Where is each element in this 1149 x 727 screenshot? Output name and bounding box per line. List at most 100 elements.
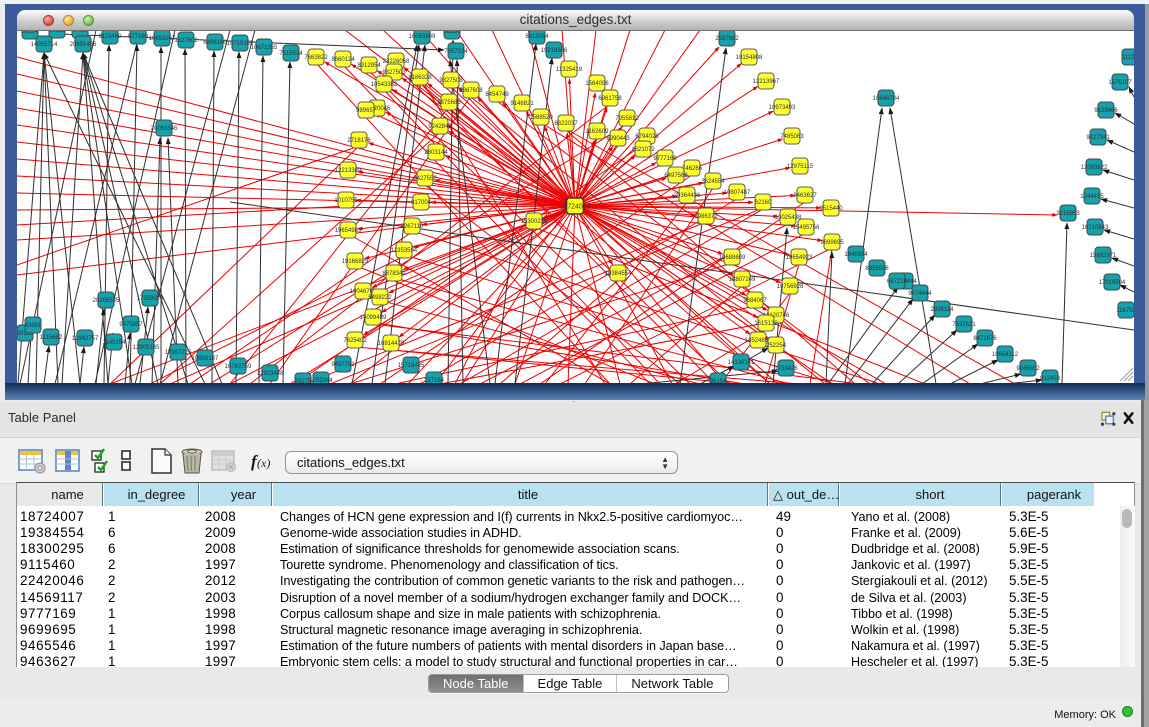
svg-text:746266: 746266 [682, 166, 703, 172]
svg-text:9242845: 9242845 [428, 124, 452, 130]
svg-text:1733426: 1733426 [774, 366, 798, 372]
svg-text:6990443: 6990443 [606, 136, 630, 142]
svg-text:10958187: 10958187 [192, 356, 219, 362]
svg-text:8813054: 8813054 [525, 34, 549, 40]
svg-text:95154: 95154 [710, 379, 727, 383]
svg-text:15692971: 15692971 [1090, 253, 1117, 259]
svg-text:9463627: 9463627 [793, 193, 817, 199]
svg-text:9115460: 9115460 [99, 34, 123, 40]
svg-text:1244415: 1244415 [1080, 194, 1104, 200]
svg-text:1527602: 1527602 [174, 38, 198, 44]
svg-text:1162609: 1162609 [586, 129, 610, 135]
svg-text:12905185: 12905185 [133, 345, 160, 351]
svg-text:9463: 9463 [73, 31, 87, 34]
svg-text:19756928: 19756928 [777, 284, 804, 290]
svg-text:10973493: 10973493 [769, 105, 796, 111]
svg-text:8958926: 8958926 [865, 266, 889, 272]
svg-text:8471676: 8471676 [973, 336, 997, 342]
svg-text:2718176: 2718176 [347, 138, 371, 144]
svg-text:6497568: 6497568 [664, 173, 688, 179]
svg-text:12975115: 12975115 [787, 164, 814, 170]
svg-text:1145194: 1145194 [103, 340, 127, 346]
svg-text:8912954: 8912954 [357, 63, 381, 69]
svg-text:20364436: 20364436 [674, 193, 701, 199]
svg-text:8822037: 8822037 [554, 121, 578, 127]
svg-text:19654983: 19654983 [335, 228, 362, 234]
svg-text:39104: 39104 [22, 31, 39, 35]
svg-text:(x): (x) [257, 456, 270, 470]
svg-text:16914479: 16914479 [378, 341, 405, 347]
svg-text:687216: 687216 [887, 279, 908, 285]
svg-text:62160: 62160 [755, 200, 772, 206]
svg-text:9684067: 9684067 [743, 298, 767, 304]
svg-text:15495756: 15495756 [793, 225, 820, 231]
svg-text:2803144: 2803144 [424, 150, 448, 156]
svg-text:1615132: 1615132 [754, 321, 778, 327]
svg-text:8427552: 8427552 [413, 176, 437, 182]
svg-text:977169: 977169 [128, 34, 149, 40]
svg-text:9457791: 9457791 [331, 362, 355, 368]
svg-text:43901: 43901 [25, 323, 42, 329]
svg-text:6794028: 6794028 [635, 134, 659, 140]
svg-text:20131: 20131 [49, 31, 66, 34]
svg-text:14055714: 14055714 [31, 42, 58, 48]
svg-text:16210643: 16210643 [1082, 225, 1109, 231]
svg-text:9777169: 9777169 [653, 156, 677, 162]
svg-text:12213967: 12213967 [753, 79, 780, 85]
svg-text:9327503: 9327503 [382, 70, 406, 76]
svg-text:6466160: 6466160 [203, 40, 227, 46]
svg-text:7357224: 7357224 [444, 49, 468, 55]
svg-text:9975857: 9975857 [119, 322, 143, 328]
svg-text:10543382: 10543382 [371, 82, 398, 88]
svg-text:989657: 989657 [356, 108, 377, 114]
svg-text:1621072: 1621072 [631, 147, 655, 153]
svg-text:20053346: 20053346 [151, 126, 178, 132]
svg-text:8660124: 8660124 [331, 57, 355, 63]
svg-text:11353594: 11353594 [391, 248, 418, 254]
svg-text:17957225: 17957225 [165, 350, 192, 356]
svg-text:7955812: 7955812 [615, 116, 639, 122]
svg-text:3215953: 3215953 [1056, 211, 1080, 217]
svg-text:7485063: 7485063 [780, 134, 804, 140]
svg-text:1575107: 1575107 [1108, 80, 1132, 86]
svg-text:19166829: 19166829 [342, 259, 369, 265]
svg-text:20206535: 20206535 [93, 298, 120, 304]
svg-text:8454749: 8454749 [485, 92, 509, 98]
svg-text:1564096: 1564096 [585, 81, 609, 87]
svg-text:5498222: 5498222 [368, 295, 392, 301]
svg-text:9227341: 9227341 [1086, 135, 1110, 141]
svg-text:10654112: 10654112 [992, 352, 1019, 358]
svg-text:12213389: 12213389 [335, 168, 362, 174]
svg-text:15300215: 15300215 [521, 219, 548, 225]
svg-text:10671355: 10671355 [251, 45, 278, 51]
svg-text:7632621: 7632621 [952, 322, 976, 328]
svg-text:14099489: 14099489 [360, 315, 387, 321]
svg-text:6961758: 6961758 [598, 96, 622, 102]
svg-text:1588520: 1588520 [529, 115, 553, 121]
svg-text:7663822: 7663822 [304, 55, 328, 61]
svg-text:7515524: 7515524 [279, 51, 303, 57]
svg-text:157164: 157164 [424, 378, 445, 383]
svg-text:12093822: 12093822 [1081, 165, 1108, 171]
svg-text:1640954: 1640954 [844, 252, 868, 258]
svg-text:10653267: 10653267 [149, 36, 176, 42]
svg-text:9146821: 9146821 [510, 101, 534, 107]
svg-text:9474444: 9474444 [908, 291, 932, 297]
svg-text:19218506: 19218506 [541, 48, 568, 54]
svg-text:317004: 317004 [411, 200, 432, 206]
svg-text:14136141: 14136141 [728, 360, 755, 366]
svg-text:12942757: 12942757 [72, 336, 99, 342]
svg-text:9245652: 9245652 [1016, 366, 1040, 372]
svg-text:10154808: 10154808 [736, 55, 763, 61]
svg-text:9515440: 9515440 [819, 206, 843, 212]
svg-text:8186328: 8186328 [408, 75, 432, 81]
svg-text:812453: 812453 [1040, 376, 1061, 382]
svg-text:1292344: 1292344 [309, 378, 333, 383]
svg-text:16648784: 16648784 [873, 96, 900, 102]
svg-text:16053809: 16053809 [409, 34, 436, 40]
svg-text:19654923: 19654923 [786, 255, 813, 261]
svg-text:9327508: 9327508 [439, 78, 463, 84]
svg-text:12923448: 12923448 [257, 371, 284, 377]
svg-text:16782759: 16782759 [225, 364, 252, 370]
svg-text:15716485: 15716485 [398, 363, 425, 369]
